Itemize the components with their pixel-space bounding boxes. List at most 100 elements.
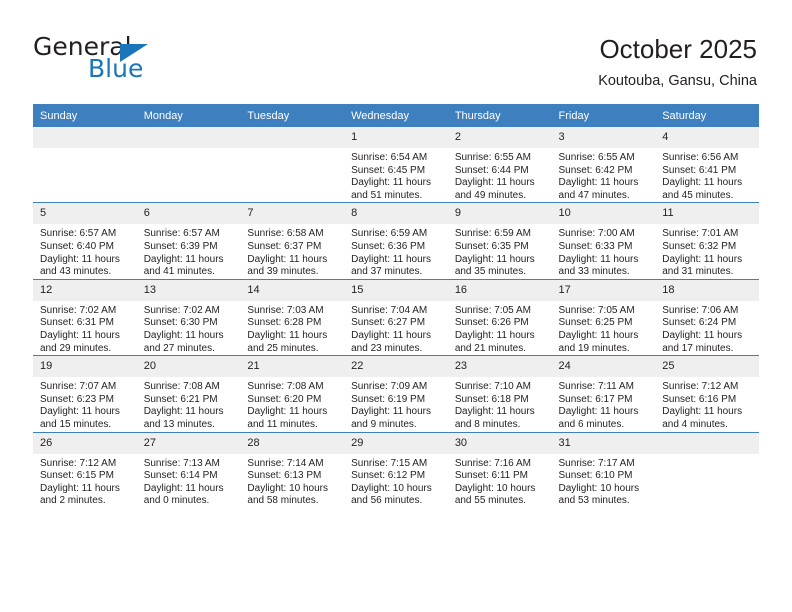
calendar-day-cell[interactable]: 20 Sunrise: 7:08 AM Sunset: 6:21 PM Dayligh… bbox=[136, 355, 241, 432]
calendar-day-cell[interactable]: 10 Sunrise: 7:00 AM Sunset: 6:33 PM Dayligh… bbox=[551, 202, 656, 280]
calendar-day-cell[interactable]: 17 Sunrise: 7:05 AM Sunset: 6:25 PM Dayligh… bbox=[551, 278, 656, 356]
sunrise-text: Sunrise: 7:17 AM bbox=[558, 457, 635, 469]
sunset-text: Sunset: 6:42 PM bbox=[558, 164, 633, 176]
calendar-day-cell[interactable]: 4 Sunrise: 6:56 AM Sunset: 6:41 PM Daylight… bbox=[655, 127, 759, 203]
sunset-text: Sunset: 6:36 PM bbox=[351, 240, 426, 252]
daylight-text: Daylight: 11 hours and 31 minutes. bbox=[662, 253, 743, 278]
day-number bbox=[33, 127, 137, 148]
calendar-day-cell[interactable]: 23 Sunrise: 7:10 AM Sunset: 6:18 PM Dayligh… bbox=[447, 355, 552, 432]
calendar-day-cell[interactable]: 8 Sunrise: 6:59 AM Sunset: 6:36 PM Daylight… bbox=[344, 202, 448, 280]
day-number: 19 bbox=[33, 356, 137, 378]
sunrise-text: Sunrise: 7:02 AM bbox=[40, 304, 117, 316]
sunrise-text: Sunrise: 7:07 AM bbox=[40, 381, 117, 393]
daylight-text: Daylight: 11 hours and 9 minutes. bbox=[351, 406, 431, 430]
sunset-text: Sunset: 6:20 PM bbox=[247, 393, 322, 405]
calendar-day-cell[interactable]: 16 Sunrise: 7:05 AM Sunset: 6:26 PM Dayligh… bbox=[447, 278, 552, 356]
day-details: Sunrise: 6:57 AM Sunset: 6:39 PM Daylight:… bbox=[137, 224, 241, 278]
sunrise-text: Sunrise: 7:06 AM bbox=[662, 304, 739, 316]
day-details: Sunrise: 7:12 AM Sunset: 6:16 PM Daylight:… bbox=[655, 377, 759, 431]
calendar-day-cell[interactable]: 19 Sunrise: 7:07 AM Sunset: 6:23 PM Dayligh… bbox=[33, 355, 137, 432]
weekday-header-saturday: Saturday bbox=[655, 104, 759, 127]
day-details: Sunrise: 6:58 AM Sunset: 6:37 PM Daylight:… bbox=[240, 224, 344, 278]
day-number: 21 bbox=[240, 356, 345, 378]
sunrise-text: Sunrise: 6:57 AM bbox=[40, 228, 117, 240]
weekday-header-tuesday: Tuesday bbox=[240, 104, 345, 127]
day-number: 15 bbox=[344, 279, 448, 301]
sunrise-text: Sunrise: 7:00 AM bbox=[558, 228, 635, 240]
calendar-day-cell[interactable]: 6 Sunrise: 6:57 AM Sunset: 6:39 PM Daylight… bbox=[136, 202, 241, 280]
daylight-text: Daylight: 11 hours and 27 minutes. bbox=[143, 329, 224, 354]
calendar-day-cell[interactable]: 1 Sunrise: 6:54 AM Sunset: 6:45 PM Daylight… bbox=[344, 127, 448, 203]
calendar-day-cell[interactable]: 3 Sunrise: 6:55 AM Sunset: 6:42 PM Daylight… bbox=[551, 127, 656, 203]
calendar-day-cell-empty bbox=[33, 127, 137, 203]
general-blue-logo[interactable]: General Blue bbox=[33, 33, 233, 83]
calendar-day-cell[interactable]: 13 Sunrise: 7:02 AM Sunset: 6:30 PM Dayligh… bbox=[136, 278, 241, 356]
calendar-day-cell[interactable]: 2 Sunrise: 6:55 AM Sunset: 6:44 PM Daylight… bbox=[447, 127, 552, 203]
calendar-body: 1 Sunrise: 6:54 AM Sunset: 6:45 PM Daylight… bbox=[33, 127, 759, 508]
day-number: 17 bbox=[551, 279, 656, 301]
day-number: 16 bbox=[447, 279, 552, 301]
day-details: Sunrise: 6:55 AM Sunset: 6:42 PM Daylight:… bbox=[552, 148, 656, 202]
daylight-text: Daylight: 11 hours and 21 minutes. bbox=[454, 329, 535, 354]
calendar-day-cell[interactable]: 5 Sunrise: 6:57 AM Sunset: 6:40 PM Daylight… bbox=[33, 202, 137, 280]
calendar-day-cell[interactable]: 25 Sunrise: 7:12 AM Sunset: 6:16 PM Dayligh… bbox=[655, 355, 759, 432]
page-title: October 2025 bbox=[599, 34, 757, 64]
calendar-day-cell[interactable]: 26 Sunrise: 7:12 AM Sunset: 6:15 PM Dayligh… bbox=[33, 431, 137, 508]
weekday-header-friday: Friday bbox=[551, 104, 656, 127]
sunset-text: Sunset: 6:16 PM bbox=[662, 393, 737, 405]
calendar-day-cell[interactable]: 15 Sunrise: 7:04 AM Sunset: 6:27 PM Dayligh… bbox=[344, 278, 448, 356]
calendar-day-cell[interactable]: 29 Sunrise: 7:15 AM Sunset: 6:12 PM Dayligh… bbox=[344, 431, 448, 508]
calendar-page: General Blue October 2025 Koutouba, Gans… bbox=[0, 0, 792, 612]
sunrise-text: Sunrise: 7:05 AM bbox=[558, 304, 635, 316]
calendar-day-cell[interactable]: 22 Sunrise: 7:09 AM Sunset: 6:19 PM Dayligh… bbox=[344, 355, 448, 432]
sunrise-sunset-calendar: Sunday Monday Tuesday Wednesday Thursday… bbox=[33, 104, 759, 508]
daylight-text: Daylight: 11 hours and 4 minutes. bbox=[662, 406, 743, 430]
daylight-text: Daylight: 11 hours and 13 minutes. bbox=[143, 406, 224, 430]
daylight-text: Daylight: 10 hours and 55 minutes. bbox=[454, 482, 536, 507]
calendar-day-cell[interactable]: 11 Sunrise: 7:01 AM Sunset: 6:32 PM Dayligh… bbox=[655, 202, 759, 280]
page-header: General Blue October 2025 Koutouba, Gans… bbox=[0, 0, 792, 103]
day-details: Sunrise: 6:57 AM Sunset: 6:40 PM Daylight:… bbox=[33, 224, 137, 278]
daylight-text: Daylight: 11 hours and 15 minutes. bbox=[40, 406, 120, 430]
calendar-day-cell[interactable]: 14 Sunrise: 7:03 AM Sunset: 6:28 PM Dayligh… bbox=[240, 278, 345, 356]
day-number: 7 bbox=[240, 203, 345, 225]
sunset-text: Sunset: 6:21 PM bbox=[143, 393, 218, 405]
sunrise-text: Sunrise: 6:59 AM bbox=[454, 228, 531, 240]
calendar-day-cell[interactable]: 9 Sunrise: 6:59 AM Sunset: 6:35 PM Daylight… bbox=[447, 202, 552, 280]
day-number bbox=[136, 127, 241, 148]
sunset-text: Sunset: 6:12 PM bbox=[351, 470, 426, 482]
calendar-day-cell[interactable]: 21 Sunrise: 7:08 AM Sunset: 6:20 PM Dayligh… bbox=[240, 355, 345, 432]
calendar-day-cell[interactable]: 28 Sunrise: 7:14 AM Sunset: 6:13 PM Dayligh… bbox=[240, 431, 345, 508]
day-details: Sunrise: 7:01 AM Sunset: 6:32 PM Daylight:… bbox=[655, 224, 759, 278]
sunset-text: Sunset: 6:31 PM bbox=[40, 317, 114, 329]
daylight-text: Daylight: 10 hours and 58 minutes. bbox=[247, 482, 329, 507]
weekday-header-sunday: Sunday bbox=[33, 104, 137, 127]
calendar-day-cell[interactable]: 7 Sunrise: 6:58 AM Sunset: 6:37 PM Daylight… bbox=[240, 202, 345, 280]
day-number: 4 bbox=[655, 127, 759, 148]
calendar-day-cell[interactable]: 30 Sunrise: 7:16 AM Sunset: 6:11 PM Dayligh… bbox=[447, 431, 552, 508]
sunrise-text: Sunrise: 7:12 AM bbox=[662, 381, 739, 393]
day-details: Sunrise: 7:09 AM Sunset: 6:19 PM Daylight:… bbox=[344, 377, 448, 431]
calendar-day-cell[interactable]: 18 Sunrise: 7:06 AM Sunset: 6:24 PM Dayligh… bbox=[655, 278, 759, 356]
daylight-text: Daylight: 11 hours and 6 minutes. bbox=[558, 406, 639, 430]
calendar-day-cell[interactable]: 27 Sunrise: 7:13 AM Sunset: 6:14 PM Dayligh… bbox=[136, 431, 241, 508]
daylight-text: Daylight: 11 hours and 35 minutes. bbox=[454, 253, 535, 278]
sunrise-text: Sunrise: 7:09 AM bbox=[351, 381, 428, 393]
sunset-text: Sunset: 6:30 PM bbox=[143, 317, 218, 329]
day-number: 30 bbox=[447, 432, 552, 454]
sunset-text: Sunset: 6:33 PM bbox=[558, 240, 633, 252]
weekday-header-monday: Monday bbox=[136, 104, 241, 127]
daylight-text: Daylight: 11 hours and 51 minutes. bbox=[351, 177, 431, 201]
calendar-day-cell[interactable]: 12 Sunrise: 7:02 AM Sunset: 6:31 PM Dayligh… bbox=[33, 278, 137, 356]
weekday-header-thursday: Thursday bbox=[447, 104, 552, 127]
day-details: Sunrise: 7:15 AM Sunset: 6:12 PM Daylight:… bbox=[344, 454, 448, 508]
daylight-text: Daylight: 11 hours and 29 minutes. bbox=[40, 329, 120, 354]
daylight-text: Daylight: 11 hours and 41 minutes. bbox=[143, 253, 224, 278]
calendar-day-cell[interactable]: 24 Sunrise: 7:11 AM Sunset: 6:17 PM Dayligh… bbox=[551, 355, 656, 432]
calendar-day-cell[interactable]: 31 Sunrise: 7:17 AM Sunset: 6:10 PM Dayligh… bbox=[551, 431, 656, 508]
sunrise-text: Sunrise: 7:05 AM bbox=[454, 304, 531, 316]
sunset-text: Sunset: 6:15 PM bbox=[40, 470, 114, 482]
day-number: 22 bbox=[344, 356, 448, 378]
day-number: 24 bbox=[551, 356, 656, 378]
sunrise-text: Sunrise: 7:12 AM bbox=[40, 457, 117, 469]
